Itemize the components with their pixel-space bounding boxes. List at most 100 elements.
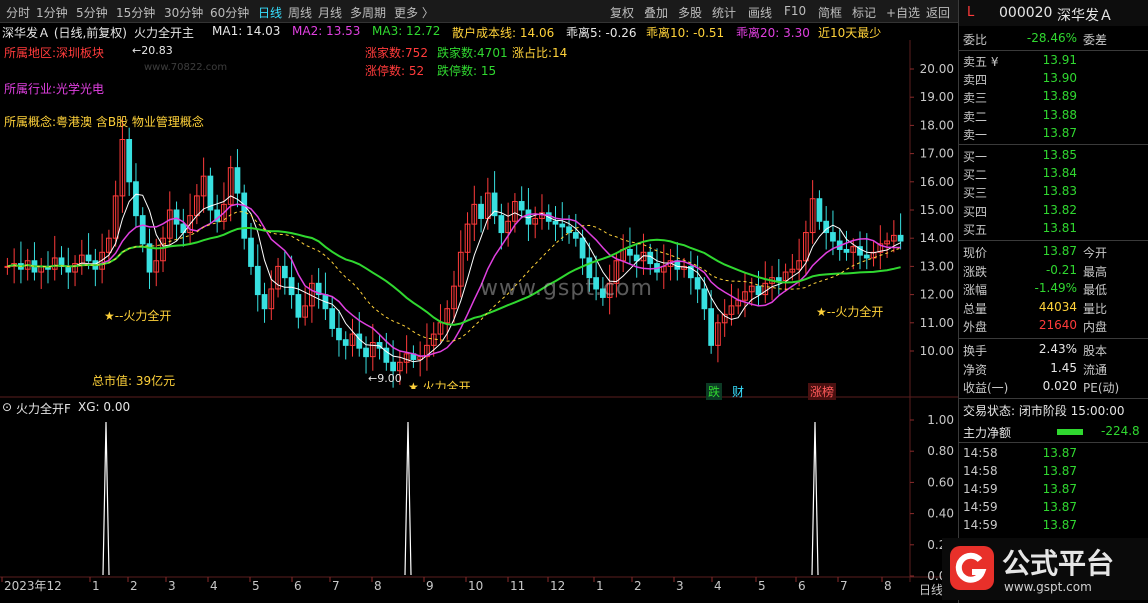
time-tick: 2 [130, 579, 138, 593]
time-tick: 4 [210, 579, 218, 593]
brand-logo: 公式平台 www.gspt.com [942, 538, 1148, 600]
candle-body [363, 347, 369, 358]
candle-body [234, 167, 241, 194]
period-tab-day[interactable]: 日线 [258, 4, 282, 21]
period-tab-month[interactable]: 月线 [318, 4, 342, 21]
price-tick: 19.00 [920, 90, 954, 104]
main-flow-bar [1057, 429, 1083, 435]
event-tag-zhangbang[interactable]: 涨榜 [808, 383, 837, 400]
high-price-mark: ←20.83 [132, 44, 173, 57]
period-tab-1min[interactable]: 1分钟 [36, 4, 68, 21]
sub-indicator-name[interactable]: 火力全开F [16, 400, 71, 417]
tool-fuquan-button[interactable]: 复权 [610, 4, 634, 21]
tool-stats-button[interactable]: 统计 [712, 4, 736, 21]
industry-label: 所属行业:光学光电 [4, 82, 105, 96]
period-toolbar: 分时 1分钟 5分钟 15分钟 30分钟 60分钟 日线 周线 月线 多周期 更… [0, 0, 958, 23]
tool-multistock-button[interactable]: 多股 [678, 4, 702, 21]
ask-row: 卖三 13.89 [963, 89, 1143, 107]
sub-indicator-icon[interactable]: ⊙ [2, 400, 12, 414]
quote-row-label2: 内盘 [1083, 320, 1108, 335]
signal-label-1: ★--火力全开 [104, 309, 172, 323]
quote-row-label2: 最高 [1083, 264, 1108, 279]
time-tick: 1 [596, 579, 604, 593]
candle-body [627, 248, 633, 256]
candle-body [390, 361, 396, 372]
time-tick: 3 [168, 579, 176, 593]
tool-add-watchlist-button[interactable]: +自选 [886, 4, 920, 21]
tick-row-label: 14:58 [963, 446, 998, 460]
event-tag-die[interactable]: 跌 [706, 383, 723, 400]
signal-spike [102, 421, 110, 576]
period-tab-30min[interactable]: 30分钟 [164, 4, 203, 21]
stock-code: 000020 [999, 5, 1053, 21]
candle-body [248, 237, 254, 267]
period-tab-more[interactable]: 更多 〉 [394, 4, 434, 21]
ask-row-label: 卖二 [963, 109, 988, 124]
tool-mark-button[interactable]: 标记 [852, 4, 876, 21]
candle-body [586, 257, 593, 279]
quote2-row-label2: 股本 [1083, 344, 1108, 358]
candle-body [241, 192, 248, 239]
period-tab-week[interactable]: 周线 [288, 4, 312, 21]
time-tick: 11 [510, 579, 525, 593]
ask-row-label: 卖三 [963, 91, 988, 106]
price-tick: 20.00 [920, 62, 954, 76]
quote-header: L 000020 深华发Ａ [959, 0, 1148, 26]
up-count-label: 涨家数:752 [365, 46, 428, 60]
candle-body [173, 209, 180, 225]
candle-body [295, 294, 302, 318]
quote2-row: 净资 1.45 流通 [963, 361, 1143, 379]
main-flow-value: -224.8 [1101, 424, 1140, 438]
candle-body [478, 203, 484, 219]
candle-body [775, 277, 782, 281]
ask-row-value: 13.87 [1042, 125, 1077, 140]
candle-body [863, 254, 870, 259]
ask-row-value: 13.88 [1042, 107, 1077, 122]
candle-body [281, 265, 288, 279]
quote-row: 总量 44034 量比 [963, 300, 1143, 318]
bid-row-label: 买二 [963, 168, 988, 183]
tool-simple-frame-button[interactable]: 简框 [818, 4, 842, 21]
tool-back-button[interactable]: 返回 [926, 4, 950, 21]
time-tick: 2 [634, 579, 642, 593]
candle-body [552, 220, 559, 225]
webi-label: 委比 [963, 33, 988, 47]
time-tick: 12 [550, 579, 565, 593]
down-count-label: 跌家数:4701 [437, 46, 508, 60]
sub-tick: 0.80 [927, 444, 954, 458]
period-tab-15min[interactable]: 15分钟 [116, 4, 155, 21]
candle-body [329, 308, 336, 329]
sub-tick: 0.40 [927, 507, 954, 521]
weicha-label: 委差 [1083, 33, 1108, 47]
tick-row: 14:58 13.87 [963, 464, 1143, 482]
period-tab-60min[interactable]: 60分钟 [210, 4, 249, 21]
market-flag: L [967, 5, 975, 20]
period-tab-multi[interactable]: 多周期 [350, 4, 386, 21]
tool-draw-button[interactable]: 画线 [748, 4, 772, 21]
time-tick: 9 [426, 579, 434, 593]
time-axis-period-label: 日线 [919, 583, 944, 597]
price-tick: 16.00 [920, 175, 954, 189]
tick-row-label: 14:58 [963, 464, 998, 478]
period-tab-fenshi[interactable]: 分时 [6, 4, 30, 21]
candle-body [830, 232, 836, 242]
event-tag-cai[interactable]: 财 [732, 383, 744, 400]
webi-row: 委比 -28.46% 委差 [963, 31, 1143, 49]
bid-row-label: 买五 [963, 222, 988, 237]
quote-row-label2: 量比 [1083, 301, 1108, 316]
price-tick: 11.00 [920, 316, 954, 330]
trade-state: 交易状态: 闭市阶段 15:00:00 [963, 404, 1125, 418]
signal-label-2: ★--火力全开 [816, 305, 884, 319]
quote-panel: L 000020 深华发Ａ 委比 -28.46% 委差 交易状态: 闭市阶段 1… [958, 0, 1148, 603]
ask-row-label: 卖四 [963, 73, 988, 88]
time-tick: 2023年12 [4, 579, 62, 593]
stock-name: 深华发Ａ [1057, 8, 1113, 24]
period-tab-5min[interactable]: 5分钟 [76, 4, 108, 21]
candle-body [755, 285, 762, 296]
watermark-small: www.70822.com [144, 62, 228, 73]
quote-row: 涨跌 -0.21 最高 [963, 263, 1143, 281]
time-tick: 4 [714, 579, 722, 593]
tool-overlay-button[interactable]: 叠加 [644, 4, 668, 21]
bid-row-value: 13.83 [1042, 184, 1077, 199]
tool-f10-button[interactable]: F10 [784, 4, 806, 18]
